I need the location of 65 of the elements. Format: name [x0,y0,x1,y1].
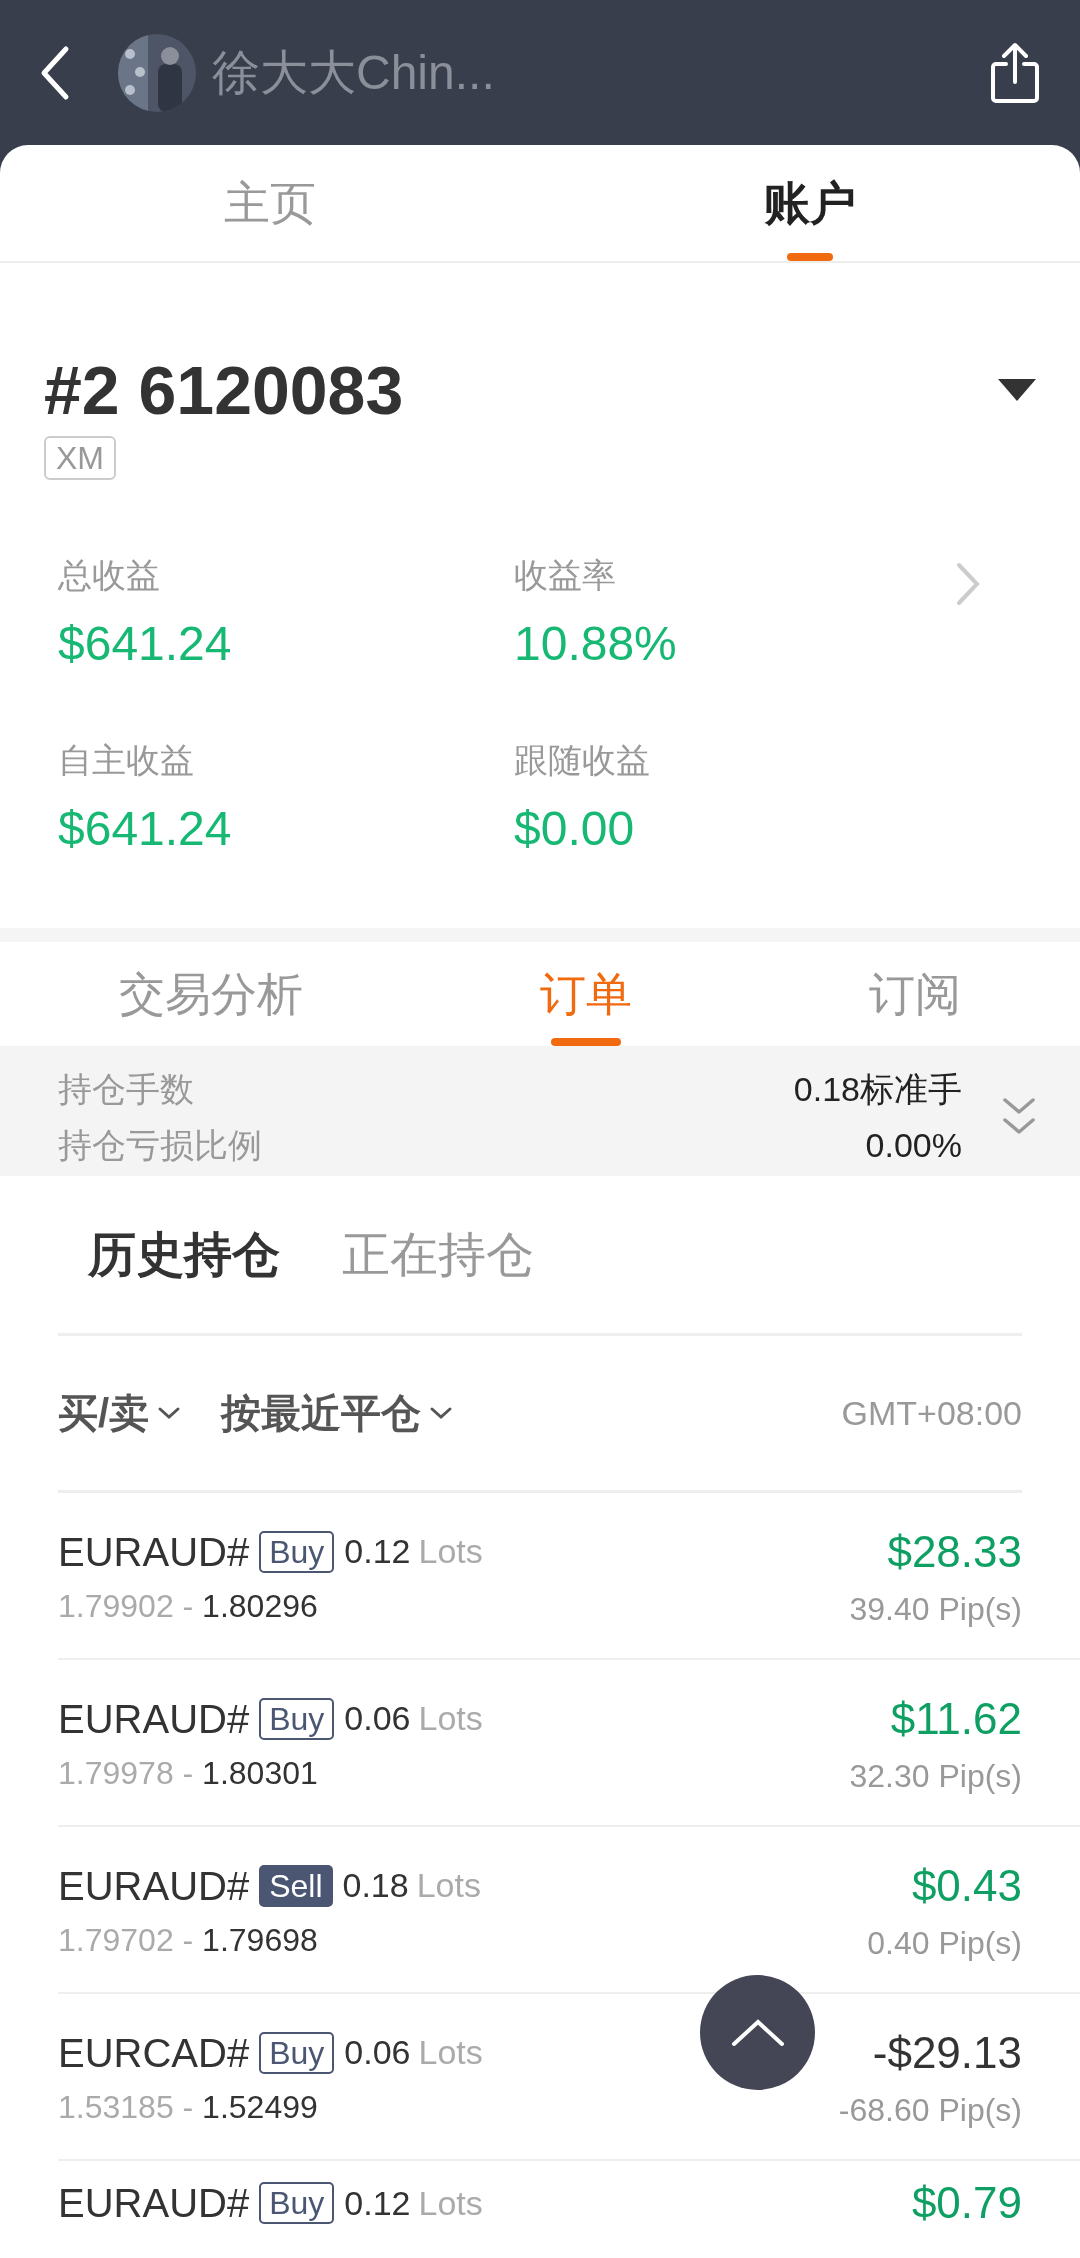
tab[interactable]: 订单 [421,942,751,1046]
tab[interactable]: 订阅 [750,942,1080,1046]
lot-size: 0.12 [344,2182,411,2224]
expand-icon[interactable] [1002,1097,1036,1137]
summary-label: 持仓亏损比例 [58,1125,263,1166]
pips-value: -68.60 Pip(s) [838,2090,1022,2130]
lot-size: 0.18 [342,1865,409,1906]
symbol-label: EURAUD# [58,1862,250,1910]
profit-value: $0.43 [910,1859,1022,1912]
side-badge: Buy [259,2182,335,2224]
account-number: #2 6120083 [44,353,404,428]
stat-value: $641.24 [58,801,233,858]
tab[interactable]: 交易分析 [0,942,422,1046]
profit-value: $11.62 [889,1692,1022,1745]
price-range: 1.53185 - 1.52499 [58,2087,319,2127]
chevron-up-icon [729,2017,786,2048]
pips-value: 0.40 Pip(s) [867,1923,1022,1963]
profit-value: $28.33 [886,1525,1022,1578]
side-badge: Sell [259,1864,333,1907]
tab[interactable]: 历史持仓 [88,1218,280,1291]
pips-value: 39.40 Pip(s) [849,1589,1022,1629]
profile-name: 徐大大Chin... [212,44,496,101]
filter-dropdown[interactable]: 按最近平仓 [221,1383,454,1443]
stat-value: $0.00 [514,801,636,858]
symbol-label: EURAUD# [58,1528,250,1576]
symbol-label: EURAUD# [58,2180,250,2227]
lot-unit: Lots [418,2032,483,2073]
tab[interactable]: 账户 [540,145,1080,261]
lot-unit: Lots [418,1531,483,1572]
stat-label: 收益率 [514,555,616,594]
filter-dropdown[interactable]: 买/卖 [58,1383,182,1443]
back-icon[interactable] [40,44,70,101]
timezone-label: GMT+08:00 [841,1392,1022,1434]
lot-size: 0.06 [344,2032,411,2073]
stat-label: 总收益 [58,555,160,594]
price-range: 1.79978 - 1.80301 [58,1753,319,1793]
tab[interactable]: 主页 [0,145,540,261]
side-badge: Buy [259,1697,335,1740]
lot-size: 0.12 [344,1531,411,1572]
symbol-label: EURCAD# [58,2029,250,2077]
price-range: 1.79902 - 1.80296 [58,1586,319,1626]
lot-size: 0.06 [344,1698,411,1739]
stat-value: 10.88% [514,615,678,672]
tab[interactable]: 正在持仓 [342,1218,534,1291]
share-icon[interactable] [990,41,1040,104]
stat-label: 自主收益 [58,741,194,780]
pips-value: 32.30 Pip(s) [849,1756,1022,1796]
lot-unit: Lots [416,1865,481,1906]
profit-value: $0.79 [911,2177,1022,2229]
caret-icon [429,1406,454,1420]
broker-tag: XM [44,435,116,480]
dropdown-icon[interactable] [998,379,1036,402]
lot-unit: Lots [418,1698,483,1739]
symbol-label: EURAUD# [58,1695,250,1743]
summary-value: 0.00% [864,1125,962,1166]
caret-icon [157,1406,182,1420]
lot-unit: Lots [418,2182,483,2224]
side-badge: Buy [259,2031,335,2074]
profit-value: -$29.13 [871,2026,1022,2079]
summary-label: 持仓手数 [58,1069,195,1110]
side-badge: Buy [259,1530,335,1573]
stat-label: 跟随收益 [514,741,650,780]
summary-value: 0.18标准手 [793,1069,962,1110]
price-range: 1.79702 - 1.79698 [58,1920,319,1960]
stat-value: $641.24 [58,615,233,672]
